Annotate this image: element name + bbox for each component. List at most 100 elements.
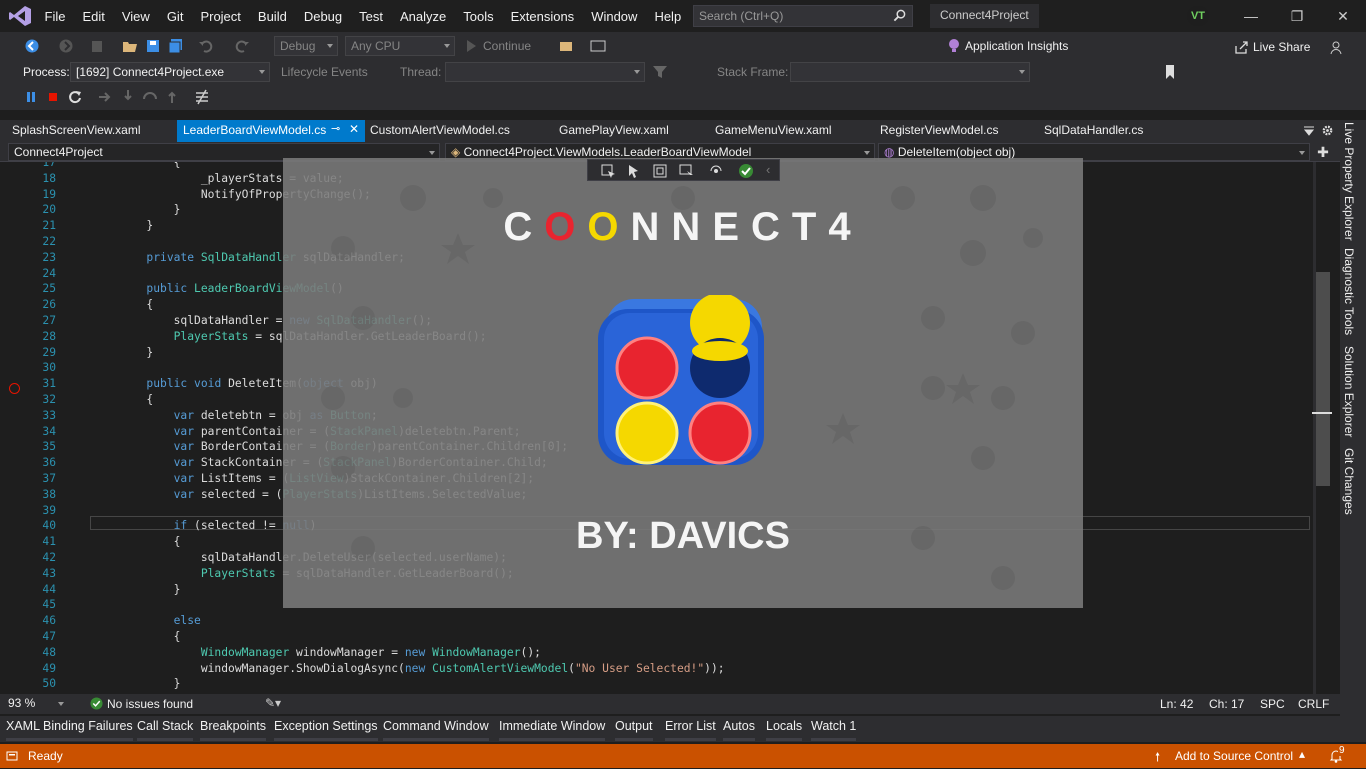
back-icon[interactable] bbox=[24, 38, 40, 54]
tab-watch-1[interactable]: Watch 1 bbox=[811, 719, 857, 741]
continue-button[interactable]: Continue bbox=[483, 39, 531, 53]
standard-toolbar: Debug Any CPU Continue Application Insig… bbox=[0, 32, 1366, 60]
menu-file[interactable]: File bbox=[36, 9, 74, 24]
tab-sql-data-handler[interactable]: SqlDataHandler.cs bbox=[1044, 120, 1143, 142]
hot-reload-status-icon[interactable] bbox=[708, 163, 724, 179]
menu-analyze[interactable]: Analyze bbox=[391, 9, 454, 24]
tab-locals[interactable]: Locals bbox=[766, 719, 803, 741]
minimize-button[interactable]: — bbox=[1228, 0, 1274, 32]
connect4-logo-icon bbox=[598, 295, 764, 465]
menu-build[interactable]: Build bbox=[249, 9, 295, 24]
lightbulb-icon[interactable] bbox=[946, 38, 962, 54]
horizontal-scrollbar[interactable] bbox=[315, 698, 1130, 710]
collapse-toolbar-icon[interactable]: ‹ bbox=[766, 162, 770, 177]
filter-icon[interactable] bbox=[652, 64, 668, 80]
forward-icon[interactable] bbox=[58, 38, 74, 54]
bookmark-icon[interactable] bbox=[1162, 64, 1178, 80]
configuration-dropdown[interactable]: Debug bbox=[274, 36, 338, 56]
tab-error-list[interactable]: Error List bbox=[665, 719, 716, 741]
menu-project[interactable]: Project bbox=[192, 9, 249, 24]
scrollbar-thumb[interactable] bbox=[1316, 272, 1330, 486]
pointer-icon[interactable] bbox=[626, 163, 642, 179]
redo-icon[interactable] bbox=[234, 38, 250, 54]
whitespace-indicator[interactable]: SPC bbox=[1260, 697, 1285, 711]
display-adorners-icon[interactable] bbox=[652, 163, 668, 179]
menu-tools[interactable]: Tools bbox=[455, 9, 502, 24]
tab-exception-settings[interactable]: Exception Settings bbox=[274, 719, 378, 741]
git-changes-tab[interactable]: Git Changes bbox=[1342, 448, 1356, 515]
continue-play-icon[interactable] bbox=[463, 38, 479, 54]
tab-game-play-view[interactable]: GamePlayView.xaml bbox=[559, 120, 669, 142]
tab-immediate-window[interactable]: Immediate Window bbox=[499, 719, 606, 741]
issues-status[interactable]: No issues found bbox=[107, 697, 193, 711]
step-into-icon[interactable] bbox=[120, 89, 136, 105]
tab-register-view-model[interactable]: RegisterViewModel.cs bbox=[880, 120, 999, 142]
menu-window[interactable]: Window bbox=[583, 9, 646, 24]
tab-custom-alert-view-model[interactable]: CustomAlertViewModel.cs bbox=[370, 120, 510, 142]
menu-help[interactable]: Help bbox=[646, 9, 690, 24]
new-project-icon[interactable] bbox=[90, 38, 106, 54]
track-focus-icon[interactable] bbox=[678, 163, 694, 179]
feedback-icon[interactable] bbox=[1330, 39, 1346, 55]
tab-command-window[interactable]: Command Window bbox=[383, 719, 489, 741]
process-dropdown[interactable]: [1692] Connect4Project.exe bbox=[70, 62, 270, 82]
pin-icon[interactable]: ⊸ bbox=[331, 122, 340, 135]
solution-explorer-tab[interactable]: Solution Explorer bbox=[1342, 346, 1356, 437]
vertical-scrollbar[interactable] bbox=[1312, 162, 1332, 694]
tab-leaderboard-view-model[interactable]: LeaderBoardViewModel.cs ⊸ ✕ bbox=[177, 120, 365, 142]
tab-call-stack[interactable]: Call Stack bbox=[137, 719, 194, 741]
pause-icon[interactable] bbox=[23, 89, 39, 105]
step-out-icon[interactable] bbox=[164, 89, 180, 105]
restart-icon[interactable] bbox=[67, 89, 83, 105]
menu-debug[interactable]: Debug bbox=[295, 9, 350, 24]
debug-toolbar bbox=[0, 84, 1366, 110]
menu-git[interactable]: Git bbox=[158, 9, 192, 24]
hot-reload-ok-icon[interactable] bbox=[738, 163, 754, 179]
menu-edit[interactable]: Edit bbox=[74, 9, 113, 24]
diagnostic-tools-tab[interactable]: Diagnostic Tools bbox=[1342, 248, 1356, 335]
show-next-statement-icon[interactable] bbox=[97, 89, 113, 105]
save-icon[interactable] bbox=[145, 38, 161, 54]
line-number: 48 bbox=[42, 645, 56, 659]
tab-overflow-icon[interactable] bbox=[1303, 125, 1315, 137]
close-window-button[interactable]: ✕ bbox=[1320, 0, 1366, 32]
breakpoint-icon[interactable] bbox=[9, 383, 20, 394]
restore-button[interactable]: ❐ bbox=[1274, 0, 1320, 32]
stack-frame-dropdown[interactable] bbox=[790, 62, 1030, 82]
menu-view[interactable]: View bbox=[113, 9, 158, 24]
tab-autos[interactable]: Autos bbox=[723, 719, 755, 741]
line-ending-indicator[interactable]: CRLF bbox=[1298, 697, 1329, 711]
tab-splash-screen-view[interactable]: SplashScreenView.xaml bbox=[12, 120, 141, 142]
save-all-icon[interactable] bbox=[168, 38, 184, 54]
step-over-icon[interactable] bbox=[142, 89, 158, 105]
user-avatar[interactable]: VT bbox=[1187, 6, 1209, 26]
live-share-icon[interactable] bbox=[1233, 39, 1249, 55]
live-share-button[interactable]: Live Share bbox=[1253, 40, 1310, 54]
tab-xaml-binding-failures[interactable]: XAML Binding Failures bbox=[6, 719, 133, 741]
application-insights-button[interactable]: Application Insights bbox=[965, 39, 1068, 53]
settings-gear-icon[interactable] bbox=[1321, 124, 1334, 137]
lifecycle-events-button[interactable]: Lifecycle Events bbox=[281, 65, 368, 79]
open-folder-icon[interactable] bbox=[122, 38, 138, 54]
tab-breakpoints[interactable]: Breakpoints bbox=[200, 719, 267, 741]
menu-extensions[interactable]: Extensions bbox=[502, 9, 583, 24]
process-value: [1692] Connect4Project.exe bbox=[76, 65, 225, 79]
thread-dropdown[interactable] bbox=[445, 62, 645, 82]
close-tab-icon[interactable]: ✕ bbox=[349, 122, 359, 136]
tab-output[interactable]: Output bbox=[615, 719, 653, 741]
browser-icon[interactable] bbox=[590, 38, 606, 54]
zoom-dropdown[interactable]: 93 % bbox=[4, 695, 68, 713]
stop-icon[interactable] bbox=[45, 89, 61, 105]
tab-game-menu-view[interactable]: GameMenuView.xaml bbox=[715, 120, 832, 142]
undo-icon[interactable] bbox=[198, 38, 214, 54]
attach-icon[interactable] bbox=[558, 38, 574, 54]
platform-dropdown[interactable]: Any CPU bbox=[345, 36, 455, 56]
select-element-icon[interactable] bbox=[600, 163, 616, 179]
search-box[interactable]: Search (Ctrl+Q) bbox=[693, 5, 913, 27]
hot-reload-icon[interactable] bbox=[194, 89, 210, 105]
code-cleanup-icon[interactable]: ✎▾ bbox=[265, 696, 281, 710]
split-editor-icon[interactable]: ✚ bbox=[1314, 143, 1332, 161]
menu-test[interactable]: Test bbox=[351, 9, 392, 24]
add-to-source-control-button[interactable]: Add to Source Control bbox=[1175, 749, 1293, 763]
live-property-explorer-tab[interactable]: Live Property Explorer bbox=[1342, 122, 1356, 241]
